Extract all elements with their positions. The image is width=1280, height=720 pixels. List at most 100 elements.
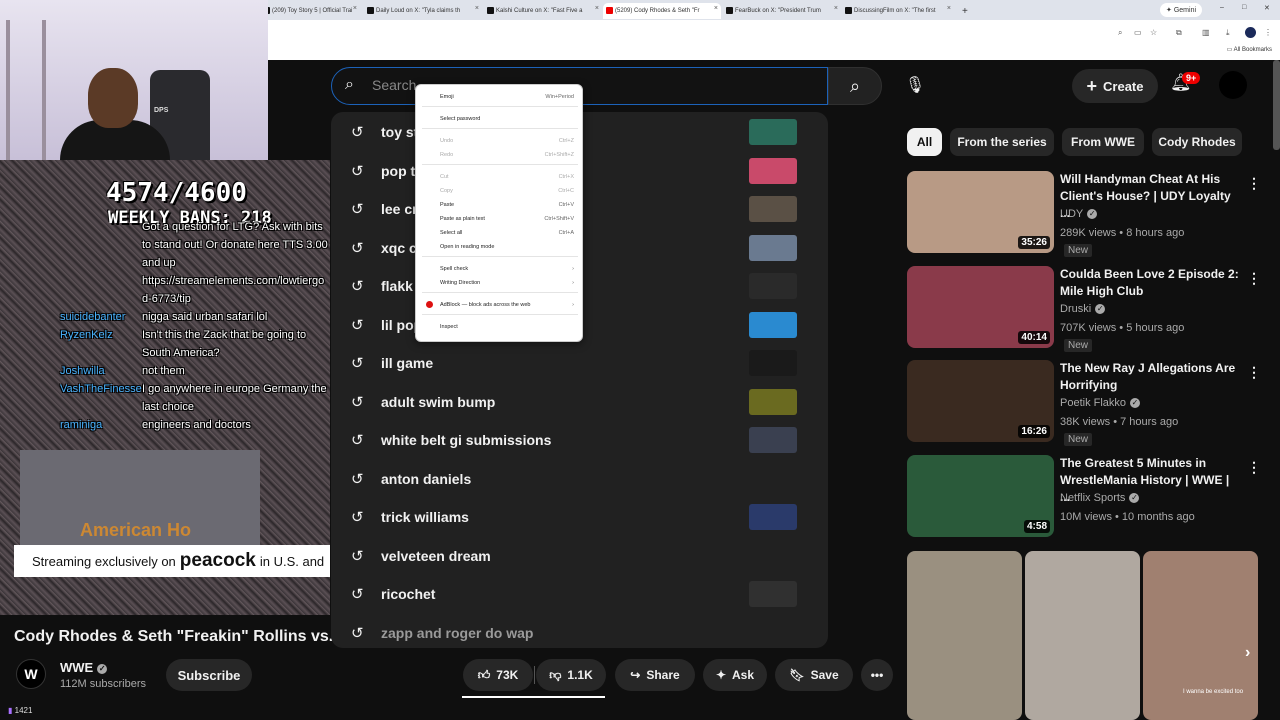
short-thumbnail[interactable]: [907, 551, 1022, 720]
context-menu-item[interactable]: Select all Ctrl+A: [416, 227, 584, 239]
close-tab-icon[interactable]: ×: [595, 5, 599, 12]
chip-cody-rhodes[interactable]: Cody Rhodes: [1152, 128, 1242, 156]
recommended-channel[interactable]: Druski ✓: [1060, 303, 1106, 315]
suggestion-item[interactable]: ↺ velveteen dream: [331, 537, 828, 575]
video-thumbnail[interactable]: 40:14: [907, 266, 1054, 348]
search-button[interactable]: ⌕: [828, 67, 882, 105]
recommended-video[interactable]: 35:26 Will Handyman Cheat At His Client's…: [907, 171, 1267, 257]
recommended-video-title[interactable]: The New Ray J Allegations Are Horrifying: [1060, 360, 1240, 394]
recommended-channel[interactable]: Poetik Flakko ✓: [1060, 397, 1141, 409]
chip-from-the-series[interactable]: From the series: [950, 128, 1054, 156]
context-menu-item[interactable]: Inspect: [416, 321, 584, 333]
video-meta: 707K views • 5 hours ago: [1060, 322, 1185, 334]
gemini-button[interactable]: ✦ Gemini: [1160, 3, 1202, 17]
menu-icon[interactable]: ⋮: [1264, 28, 1272, 37]
chevron-right-icon[interactable]: ›: [1245, 644, 1250, 662]
browser-tab[interactable]: Daily Loud on X: "Tyla claims th ×: [364, 3, 482, 19]
suggestion-item[interactable]: ↺ ricochet: [331, 575, 828, 613]
zoom-icon[interactable]: ⌕: [1118, 28, 1122, 38]
bookmark-star-icon[interactable]: ☆: [1150, 28, 1157, 37]
close-window-button[interactable]: ✕: [1264, 4, 1270, 12]
close-tab-icon[interactable]: ×: [834, 5, 838, 12]
downloads-icon[interactable]: ⤓: [1226, 28, 1230, 38]
verified-icon: ✓: [1095, 304, 1106, 315]
channel-avatar[interactable]: W: [16, 659, 46, 689]
sidebar-icon[interactable]: ▥: [1202, 28, 1210, 37]
context-menu-item[interactable]: Writing Direction ›: [416, 277, 584, 289]
recommended-video[interactable]: 40:14 Coulda Been Love 2 Episode 2: Mile …: [907, 266, 1267, 352]
browser-tab[interactable]: DiscussingFilm on X: "The first ×: [842, 3, 954, 19]
video-thumbnail[interactable]: 4:58: [907, 455, 1054, 537]
close-tab-icon[interactable]: ×: [947, 5, 951, 12]
video-thumbnail[interactable]: 16:26: [907, 360, 1054, 442]
extensions-icon[interactable]: ⧉: [1176, 28, 1182, 38]
more-options-icon[interactable]: ⋮: [1247, 175, 1261, 192]
video-thumbnail[interactable]: 35:26: [907, 171, 1054, 253]
voice-search-button[interactable]: 🎙︎: [900, 70, 930, 100]
recommended-video-title[interactable]: Coulda Been Love 2 Episode 2: Mile High …: [1060, 266, 1240, 300]
context-menu-item[interactable]: Paste Ctrl+V: [416, 199, 584, 211]
context-menu-item: Cut Ctrl+X: [416, 171, 584, 183]
more-options-icon[interactable]: ⋮: [1247, 270, 1261, 287]
browser-tab[interactable]: (209) Toy Story 5 | Official Trai ×: [260, 3, 360, 19]
cast-icon[interactable]: ▭: [1134, 28, 1142, 37]
all-bookmarks-link[interactable]: ▭ All Bookmarks: [1227, 46, 1272, 53]
context-menu-item[interactable]: Paste as plain text Ctrl+Shift+V: [416, 213, 584, 225]
context-menu-label: Paste as plain text: [440, 216, 485, 222]
browser-tab[interactable]: Kalshi Culture on X: "Fast Five a ×: [484, 3, 602, 19]
browser-tab[interactable]: FearBuck on X: "President Trum ×: [723, 3, 841, 19]
browser-tab-active[interactable]: (5209) Cody Rhodes & Seth "Fr ×: [603, 3, 721, 19]
context-menu-item[interactable]: Open in reading mode: [416, 241, 584, 253]
more-actions-button[interactable]: •••: [861, 659, 893, 691]
page-scrollbar[interactable]: [1273, 60, 1280, 150]
dislike-button[interactable]: 👎︎ 1.1K: [536, 659, 606, 691]
context-menu-shortcut: Ctrl+Shift+Z: [544, 152, 574, 158]
minimize-button[interactable]: –: [1220, 4, 1224, 11]
close-tab-icon[interactable]: ×: [353, 5, 357, 12]
share-button[interactable]: ↪ Share: [615, 659, 695, 691]
context-menu-item[interactable]: Emoji Win+Period: [416, 91, 584, 103]
like-button[interactable]: 👍︎ 73K: [463, 659, 533, 691]
search-icon: ⌕: [345, 76, 354, 93]
recommended-video[interactable]: 16:26 The New Ray J Allegations Are Horri…: [907, 360, 1267, 446]
history-icon: ↺: [351, 316, 364, 334]
suggestion-item[interactable]: ↺ trick williams: [331, 498, 828, 536]
recommended-video[interactable]: 4:58 The Greatest 5 Minutes in WrestleMan…: [907, 455, 1267, 539]
recommended-channel[interactable]: Netflix Sports ✓: [1060, 492, 1140, 504]
ask-button[interactable]: ✦ Ask: [703, 659, 767, 691]
profile-avatar[interactable]: [1245, 27, 1256, 38]
close-tab-icon[interactable]: ×: [475, 5, 479, 12]
context-menu-shortcut: Ctrl+A: [558, 230, 574, 236]
create-button[interactable]: + Create: [1072, 69, 1158, 103]
context-menu-shortcut: Ctrl+X: [558, 174, 574, 180]
short-thumbnail[interactable]: I wanna be excited too: [1143, 551, 1258, 720]
viewer-icon: ▮: [8, 706, 15, 715]
context-menu-item[interactable]: Select password: [416, 113, 584, 125]
more-options-icon[interactable]: ⋮: [1247, 459, 1261, 476]
suggestion-item[interactable]: ↺ anton daniels: [331, 460, 828, 498]
suggestion-item[interactable]: ↺ adult swim bump: [331, 383, 828, 421]
short-thumbnail[interactable]: [1025, 551, 1140, 720]
context-menu-shortcut: ›: [572, 302, 574, 308]
context-menu-item[interactable]: Spell check ›: [416, 263, 584, 275]
suggestion-item[interactable]: ↺ zapp and roger do wap: [331, 614, 828, 649]
chip-all[interactable]: All: [907, 128, 942, 156]
context-menu-item[interactable]: AdBlock — block ads across the web ›: [416, 299, 584, 311]
history-icon: ↺: [351, 393, 364, 411]
channel-name[interactable]: WWE ✓: [60, 660, 108, 675]
recommended-channel[interactable]: UDY ✓: [1060, 208, 1098, 220]
account-avatar[interactable]: [1219, 71, 1247, 99]
chat-text: to stand out! Or donate here TTS 3.00: [142, 239, 328, 251]
save-button[interactable]: 🔖︎ Save: [775, 659, 853, 691]
video-duration: 16:26: [1018, 425, 1050, 438]
suggestion-item[interactable]: ↺ white belt gi submissions: [331, 421, 828, 459]
chip-from-wwe[interactable]: From WWE: [1062, 128, 1144, 156]
close-tab-icon[interactable]: ×: [714, 5, 718, 12]
subscribe-button[interactable]: Subscribe: [166, 659, 252, 691]
maximize-button[interactable]: □: [1242, 4, 1246, 11]
suggestion-item[interactable]: ↺ ill game: [331, 344, 828, 382]
new-tab-button[interactable]: +: [958, 3, 972, 19]
history-icon: ↺: [351, 624, 364, 642]
more-options-icon[interactable]: ⋮: [1247, 364, 1261, 381]
context-menu-label: Writing Direction: [440, 280, 481, 286]
